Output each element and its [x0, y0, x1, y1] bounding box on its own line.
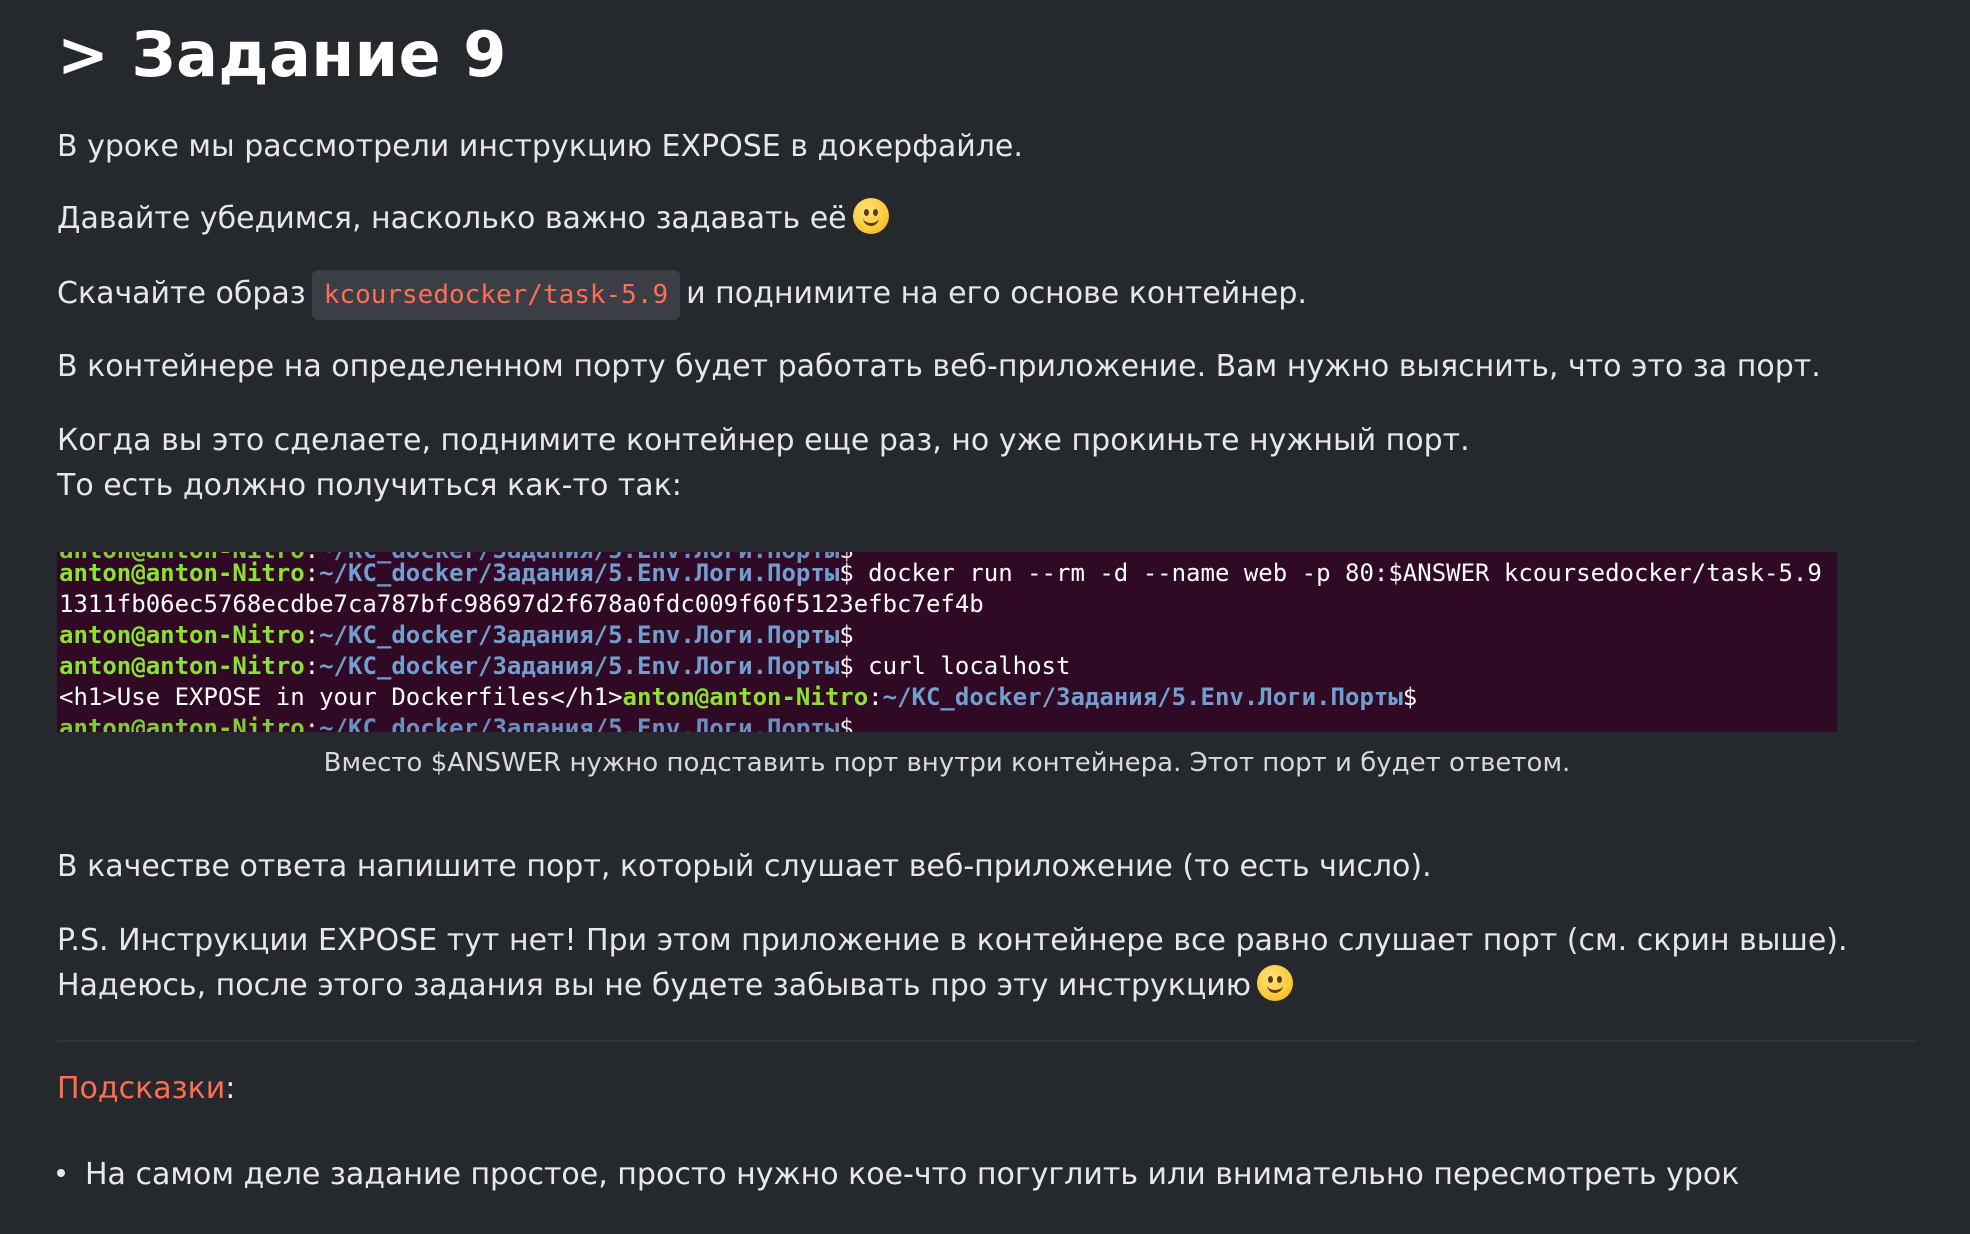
- ps-text-line2: Надеюсь, после этого задания вы не будет…: [57, 968, 1252, 1003]
- container-id-output: 1311fb06ec5768ecdbe7ca787bfc98697d2f678a…: [59, 590, 984, 618]
- terminal-line-curl-output: <h1>Use EXPOSE in your Dockerfiles</h1>a…: [59, 683, 1418, 711]
- terminal-screenshot: anton@anton-Nitro:~/KC_docker/Задания/5.…: [57, 552, 1837, 732]
- page-title: > Задание 9: [57, 18, 507, 91]
- smiling-face-icon: [852, 198, 889, 234]
- terminal-line-prompt: anton@anton-Nitro:~/KC_docker/Задания/5.…: [59, 621, 854, 649]
- terminal-line-curl: anton@anton-Nitro:~/KC_docker/Задания/5.…: [59, 652, 1071, 680]
- ps-text-line1: P.S. Инструкции EXPOSE тут нет! При этом…: [57, 923, 1848, 958]
- download-paragraph: Скачайте образ kcoursedocker/task-5.9 и по…: [57, 270, 1307, 320]
- bullet-icon: [57, 1169, 65, 1177]
- section-divider: [57, 1040, 1917, 1042]
- hint-text: На самом деле задание простое, просто ну…: [85, 1157, 1740, 1192]
- docker-run-command: docker run --rm -d --name web -p 80:$ANS…: [853, 559, 1822, 587]
- terminal-line-cut-bottom: anton@anton-Nitro:~/KC_docker/Задания/5.…: [59, 714, 854, 732]
- hints-colon: :: [225, 1071, 236, 1106]
- intro-text: В уроке мы рассмотрели инструкцию EXPOSE…: [57, 129, 1023, 164]
- port-text: В контейнере на определенном порту будет…: [57, 349, 1821, 384]
- rerun-text-line2: То есть должно получиться как-то так:: [57, 468, 682, 503]
- terminal-line-docker-run: anton@anton-Nitro:~/KC_docker/Задания/5.…: [59, 559, 1822, 587]
- smiling-face-icon: [1257, 965, 1294, 1001]
- hint-list-item: На самом деле задание простое, просто ну…: [57, 1152, 1739, 1197]
- terminal-caption: Вместо $ANSWER нужно подставить порт вну…: [323, 748, 1571, 778]
- intro-paragraph: В уроке мы рассмотрели инструкцию EXPOSE…: [57, 124, 1023, 169]
- answer-paragraph: В качестве ответа напишите порт, который…: [57, 844, 1432, 889]
- curl-command: curl localhost: [853, 652, 1071, 680]
- rerun-paragraph: Когда вы это сделаете, поднимите контейн…: [57, 418, 1470, 508]
- ps-paragraph: P.S. Инструкции EXPOSE тут нет! При этом…: [57, 918, 1848, 1008]
- check-paragraph: Давайте убедимся, насколько важно задава…: [57, 196, 889, 241]
- download-text-before: Скачайте образ: [57, 276, 306, 311]
- port-paragraph: В контейнере на определенном порту будет…: [57, 344, 1821, 389]
- terminal-line-container-id: 1311fb06ec5768ecdbe7ca787bfc98697d2f678a…: [59, 589, 984, 620]
- hints-label: Подсказки: [57, 1071, 226, 1106]
- rerun-text-line1: Когда вы это сделаете, поднимите контейн…: [57, 423, 1470, 458]
- hints-heading: Подсказки:: [57, 1066, 235, 1111]
- check-text: Давайте убедимся, насколько важно задава…: [57, 201, 847, 236]
- answer-text: В качестве ответа напишите порт, который…: [57, 849, 1432, 884]
- download-text-after: и поднимите на его основе контейнер.: [686, 276, 1307, 311]
- curl-output: <h1>Use EXPOSE in your Dockerfiles</h1>: [59, 683, 623, 711]
- image-name-code: kcoursedocker/task-5.9: [311, 270, 681, 320]
